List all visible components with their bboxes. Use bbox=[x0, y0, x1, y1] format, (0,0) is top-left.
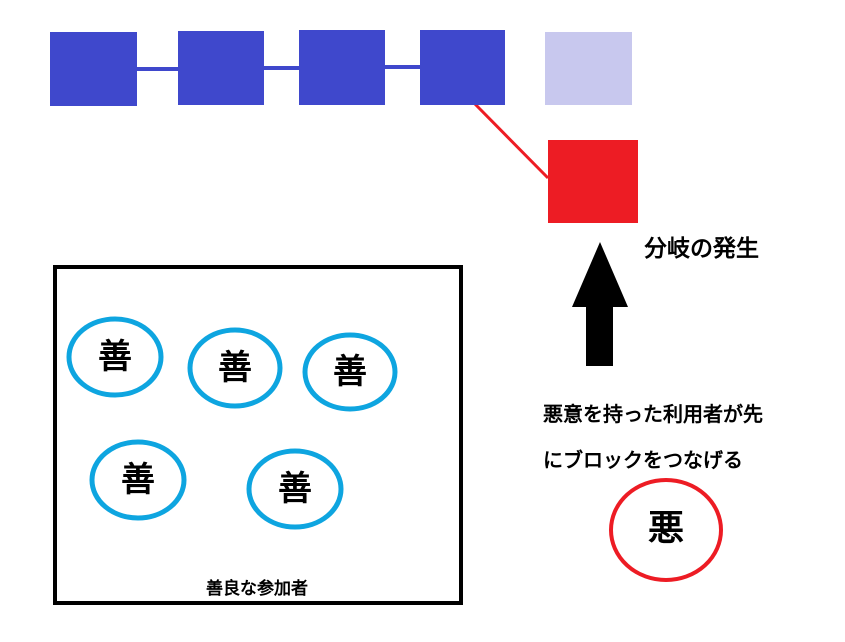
good-participant-glyph: 善 bbox=[98, 337, 132, 377]
chain-block bbox=[50, 32, 137, 106]
bad-actor-glyph: 悪 bbox=[647, 508, 684, 549]
good-participant-glyph: 善 bbox=[218, 348, 252, 388]
up-arrow-icon bbox=[572, 242, 628, 366]
good-participant-glyph: 善 bbox=[121, 460, 155, 500]
fork-block bbox=[548, 140, 638, 223]
malicious-description-line1: 悪意を持った利用者が先 bbox=[543, 402, 763, 426]
pending-block bbox=[545, 32, 632, 105]
diagram-canvas bbox=[50, 30, 723, 605]
chain-block bbox=[178, 31, 264, 105]
malicious-description-line2: にブロックをつなげる bbox=[543, 448, 743, 472]
good-participant-glyph: 善 bbox=[333, 352, 367, 392]
chain-block bbox=[420, 30, 505, 105]
good-participants-caption: 善良な参加者 bbox=[206, 579, 308, 599]
fork-label: 分岐の発生 bbox=[644, 236, 759, 262]
good-participant-glyph: 善 bbox=[278, 469, 312, 509]
chain-block bbox=[299, 30, 385, 105]
fork-link bbox=[473, 102, 550, 180]
